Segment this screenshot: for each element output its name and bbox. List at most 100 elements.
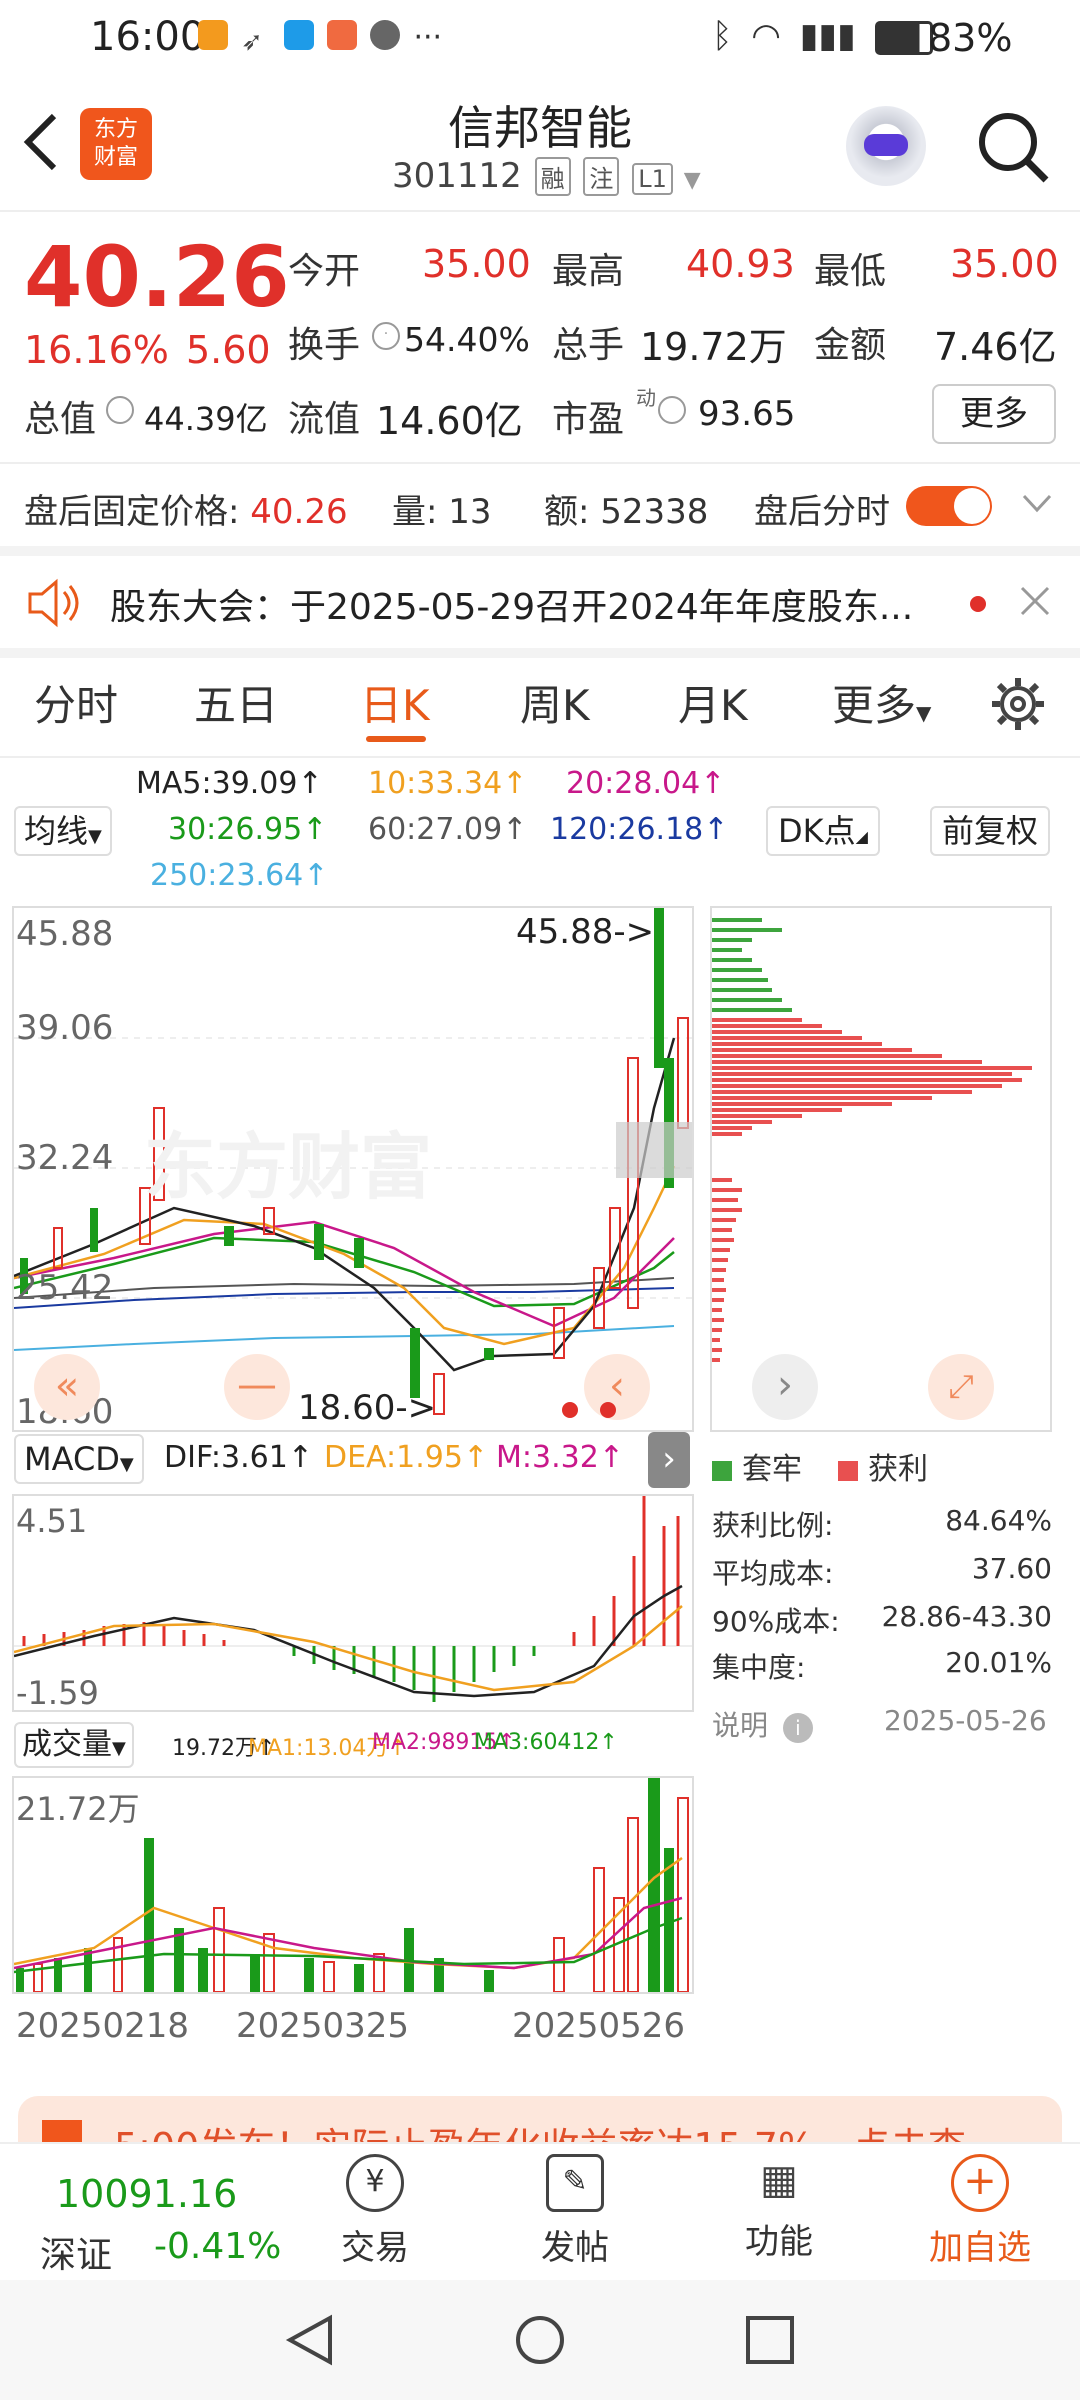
index-name[interactable]: 深证 xyxy=(40,2226,112,2278)
macd-m: M:3.32↑ xyxy=(496,1440,624,1475)
tab-daily-k[interactable]: 日K xyxy=(360,672,430,733)
after-toggle-label: 盘后分时 xyxy=(754,492,890,532)
status-time: 16:00 xyxy=(90,14,206,60)
change-amount: 5.60 xyxy=(186,328,271,372)
tab-five-day[interactable]: 五日 xyxy=(194,672,278,733)
index-value[interactable]: 10091.16 xyxy=(56,2172,237,2216)
wifi-icon: ◠ xyxy=(751,16,781,56)
info-circle-icon: i xyxy=(782,1713,813,1743)
back-triangle-icon[interactable] xyxy=(282,2312,338,2368)
nav-add-watchlist[interactable]: + 加自选 xyxy=(912,2154,1048,2269)
tab-more[interactable]: 更多▼ xyxy=(832,672,931,733)
settings-gear-icon[interactable] xyxy=(990,676,1046,732)
corner-triangle-icon: ◢ xyxy=(855,827,868,846)
legend-hold-label: 套牢 xyxy=(742,1452,802,1487)
chip-stat-row-2: 平均成本: 37.60 xyxy=(712,1552,1052,1592)
volume-selector[interactable]: 成交量▼ xyxy=(14,1722,134,1768)
kline-chart[interactable]: 东方财富 45.88 39.06 32.24 25.42 18.60 45.88… xyxy=(12,906,694,1432)
volume-selector-label: 成交量 xyxy=(22,1727,112,1762)
pe-sup: 动 xyxy=(636,386,656,410)
tab-more-label: 更多 xyxy=(832,681,917,730)
macd-canvas xyxy=(13,1496,692,1702)
open-label: 今开 xyxy=(288,251,361,292)
mcap-info-icon[interactable] xyxy=(106,396,134,424)
amount-value: 7.46亿 xyxy=(934,325,1057,369)
signal-dot-1 xyxy=(562,1402,578,1418)
caret-down-icon: ▼ xyxy=(119,1454,134,1475)
battery-icon xyxy=(874,20,933,55)
low-label: 最低 xyxy=(814,251,887,292)
tab-monthly-k[interactable]: 月K xyxy=(678,672,748,733)
chip-stat-row-4: 集中度: 20.01% xyxy=(712,1646,1052,1686)
robot-avatar[interactable] xyxy=(846,106,926,186)
chip-stat-value: 37.60 xyxy=(971,1552,1052,1585)
axis-label-top: 45.88 xyxy=(16,914,114,954)
chip-canvas xyxy=(712,918,1032,1362)
chip-note[interactable]: 说明 i xyxy=(712,1704,813,1744)
close-icon[interactable] xyxy=(1018,584,1052,618)
caret-down-icon: ▼ xyxy=(916,701,932,725)
after-toggle-switch[interactable] xyxy=(906,486,992,526)
notice-bar[interactable]: 股东大会：于2025-05-29召开2024年年度股东... xyxy=(0,556,1080,648)
low-value: 35.00 xyxy=(950,242,1059,286)
chevron-down-icon xyxy=(1022,494,1052,513)
ma120-value: 120:26.18↑ xyxy=(550,812,729,847)
float-label: 流值 xyxy=(288,399,361,440)
more-button[interactable]: 更多 xyxy=(932,384,1056,444)
nav-post[interactable]: ✎ 发帖 xyxy=(520,2154,630,2269)
home-circle-icon[interactable] xyxy=(512,2312,568,2368)
caret-down-icon: ▼ xyxy=(112,1738,126,1759)
last-price: 40.26 xyxy=(24,228,290,326)
turnover-value: 54.40% xyxy=(404,320,530,359)
toggle-knob xyxy=(954,488,990,524)
min-price-marker: 18.60-> xyxy=(298,1388,437,1428)
after-hours-row: 盘后固定价格: 40.26 xyxy=(24,484,348,533)
float-value: 14.60亿 xyxy=(376,399,523,443)
after-vol-value: 13 xyxy=(448,492,492,532)
grid-icon: ▦ xyxy=(760,2157,798,2203)
tab-intraday[interactable]: 分时 xyxy=(34,672,118,733)
axis-label-3: 32.24 xyxy=(16,1138,114,1178)
pe-info-icon[interactable] xyxy=(658,396,686,424)
nav-function[interactable]: ▦ 功能 xyxy=(724,2154,834,2263)
recents-square-icon[interactable] xyxy=(742,2312,798,2368)
dk-button-label: DK点 xyxy=(778,812,856,850)
mcap-label: 总值 xyxy=(24,399,97,440)
tab-weekly-k[interactable]: 周K xyxy=(520,672,590,733)
macd-selector[interactable]: MACD▼ xyxy=(14,1434,144,1484)
play-icon xyxy=(198,20,228,50)
macd-chart[interactable]: 4.51 -1.59 xyxy=(12,1494,694,1712)
expand-icon[interactable]: ⤢ xyxy=(928,1354,994,1420)
stock-code-row[interactable]: 301112 融 注 L1 ▼ xyxy=(392,156,701,196)
status-more: ··· xyxy=(413,20,443,55)
index-change[interactable]: -0.41% xyxy=(154,2226,281,2267)
chip-note-label: 说明 xyxy=(712,1709,769,1742)
search-button[interactable] xyxy=(976,110,1050,188)
adjust-button[interactable]: 前复权 xyxy=(930,806,1051,856)
high-value: 40.93 xyxy=(686,242,795,286)
scroll-left-button[interactable]: ‹ xyxy=(584,1354,650,1420)
chip-stat-row-3: 90%成本: 28.86-43.30 xyxy=(712,1600,1052,1640)
scroll-far-left-button[interactable]: « xyxy=(34,1354,100,1420)
indicator-next-button[interactable]: › xyxy=(648,1432,690,1488)
volume-label: 总手 xyxy=(552,325,625,366)
chip-right-button[interactable]: › xyxy=(752,1354,818,1420)
voice-icon xyxy=(370,20,401,50)
watermark: 东方财富 xyxy=(144,1125,433,1209)
info-icon[interactable]: · xyxy=(372,322,400,350)
robot-face-icon xyxy=(864,134,908,156)
chip-distribution-chart[interactable]: › ⤢ xyxy=(710,906,1052,1432)
volume-chart[interactable]: 21.72万 xyxy=(12,1776,694,1994)
nav-trade[interactable]: ¥ 交易 xyxy=(320,2154,430,2269)
open-value: 35.00 xyxy=(422,242,531,286)
expand-button[interactable] xyxy=(1020,488,1054,522)
zoom-out-button[interactable]: — xyxy=(224,1354,290,1420)
chip-stat-label: 获利比例: xyxy=(712,1509,834,1542)
signal-icon: ▮▮▮ xyxy=(799,16,856,56)
ma250-value: 250:23.64↑ xyxy=(150,858,329,893)
nav-post-label: 发帖 xyxy=(541,2228,609,2268)
ma-selector[interactable]: 均线▼ xyxy=(14,806,112,856)
mcap-value: 44.39亿 xyxy=(144,400,268,438)
dk-button[interactable]: DK点◢ xyxy=(766,806,880,856)
tab-active-indicator xyxy=(366,736,426,742)
